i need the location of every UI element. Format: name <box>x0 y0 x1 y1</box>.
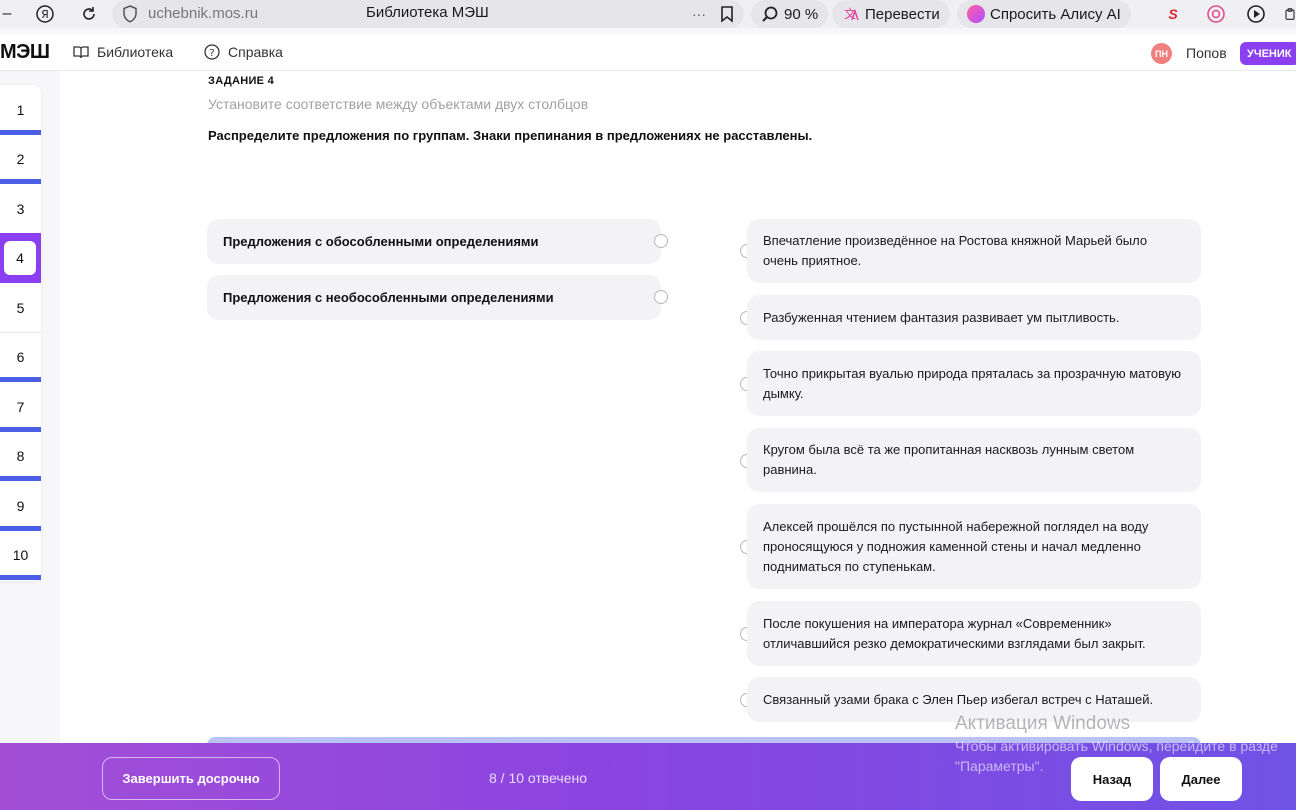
help-icon: ? <box>204 44 220 60</box>
question-navigation: 1 2 3 4 5 6 7 8 9 10 <box>0 85 41 581</box>
nav-help-label: Справка <box>228 44 283 60</box>
user-avatar[interactable]: ПН <box>1151 43 1172 64</box>
next-button[interactable]: Далее <box>1160 757 1242 801</box>
question-number: 3 <box>16 201 25 217</box>
question-number: 7 <box>16 399 25 415</box>
question-number: 8 <box>16 448 25 464</box>
mesh-logo[interactable]: МЭШ <box>0 41 50 64</box>
group-connector-non-isolated[interactable] <box>654 290 668 304</box>
extension-settings-icon[interactable] <box>1205 3 1227 25</box>
svg-text:Я: Я <box>41 8 49 21</box>
sentence-card-2[interactable]: Разбуженная чтением фантазия развивает у… <box>747 295 1201 340</box>
nav-library-label: Библиотека <box>97 44 174 60</box>
translate-icon: 文 <box>844 6 859 21</box>
group-label: Предложения с обособленными определениям… <box>223 234 539 249</box>
question-nav-1[interactable]: 1 <box>0 85 41 135</box>
media-play-icon[interactable] <box>1245 3 1267 25</box>
sentence-card-3[interactable]: Точно прикрытая вуалью природа пряталась… <box>747 351 1201 416</box>
windows-activation-line-1: Чтобы активировать Windows, перейдите в … <box>955 738 1278 754</box>
question-number: 1 <box>16 102 25 118</box>
sentence-text: Впечатление произведённое на Ростова кня… <box>763 233 1148 268</box>
task-instruction: Распределите предложения по группам. Зна… <box>208 128 813 143</box>
browser-toolbar: – Я uchebnik.mos.ru Библиотека МЭШ ··· 9… <box>0 0 1296 28</box>
question-number: 6 <box>16 349 25 365</box>
windows-activation-title: Активация Windows <box>955 713 1131 734</box>
svg-text:?: ? <box>209 48 214 59</box>
question-nav-5[interactable]: 5 <box>0 283 41 333</box>
group-card-non-isolated[interactable]: Предложения с необособленными определени… <box>207 275 661 320</box>
zoom-level: 90 % <box>784 5 819 23</box>
windows-activation-line-2: "Параметры". <box>955 758 1044 774</box>
task-label: ЗАДАНИЕ 4 <box>208 75 275 87</box>
task-subtitle: Установите соответствие между объектами … <box>208 96 589 112</box>
sentence-text: Разбуженная чтением фантазия развивает у… <box>763 309 1120 325</box>
nav-library[interactable]: Библиотека <box>73 44 173 60</box>
question-nav-3[interactable]: 3 <box>0 184 41 234</box>
question-nav-10[interactable]: 10 <box>0 530 41 580</box>
more-icon[interactable]: ··· <box>688 3 710 25</box>
nav-help[interactable]: ? Справка <box>204 44 283 60</box>
role-badge: УЧЕНИК <box>1240 42 1296 65</box>
question-number: 4 <box>4 241 36 275</box>
sentence-text: Кругом была всё та же пропитанная наскво… <box>763 442 1135 477</box>
user-name[interactable]: Попов <box>1186 45 1227 61</box>
sentence-card-4[interactable]: Кругом была всё та же пропитанная наскво… <box>747 428 1201 492</box>
question-nav-9[interactable]: 9 <box>0 481 41 531</box>
ask-alice-label: Спросить Алису AI <box>990 5 1121 23</box>
answered-indicator <box>0 575 41 580</box>
question-number: 10 <box>12 547 29 563</box>
address-url[interactable]: uchebnik.mos.ru <box>148 5 258 22</box>
sentence-text: Алексей прошёлся по пустынной набережной… <box>763 518 1149 574</box>
clipboard-icon[interactable] <box>1284 3 1296 25</box>
sentence-text: Точно прикрытая вуалью природа пряталась… <box>763 365 1181 401</box>
ask-alice-button[interactable]: Спросить Алису AI <box>957 0 1131 28</box>
translate-button[interactable]: 文 Перевести <box>832 0 950 28</box>
question-number: 2 <box>16 151 25 167</box>
book-icon <box>73 46 89 59</box>
sentence-text: После покушения на императора журнал «Со… <box>763 615 1146 651</box>
page-tab-title: Библиотека МЭШ <box>366 4 489 21</box>
minimize-icon[interactable]: – <box>0 3 14 25</box>
answered-progress: 8 / 10 отвечено <box>489 770 588 786</box>
site-security-icon[interactable] <box>120 3 140 25</box>
group-label: Предложения с необособленными определени… <box>223 290 554 305</box>
bookmark-icon[interactable] <box>717 3 737 25</box>
extension-s-icon[interactable]: S <box>1163 3 1183 25</box>
sentence-card-1[interactable]: Впечатление произведённое на Ростова кня… <box>747 219 1201 283</box>
back-button[interactable]: Назад <box>1071 757 1153 801</box>
app-header: МЭШ Библиотека ? Справка ПН Попов УЧЕНИК <box>0 34 1296 71</box>
question-nav-8[interactable]: 8 <box>0 431 41 481</box>
question-nav-2[interactable]: 2 <box>0 134 41 184</box>
yandex-icon[interactable]: Я <box>34 3 56 25</box>
question-number: 9 <box>16 498 25 514</box>
alice-icon <box>967 5 985 23</box>
reload-icon[interactable] <box>78 3 100 25</box>
group-card-isolated[interactable]: Предложения с обособленными определениям… <box>207 219 661 264</box>
question-nav-7[interactable]: 7 <box>0 382 41 432</box>
finish-early-button[interactable]: Завершить досрочно <box>102 757 280 800</box>
question-number: 5 <box>16 300 25 316</box>
sentence-text: Связанный узами брака с Элен Пьер избега… <box>763 691 1154 707</box>
zoom-icon <box>762 6 778 22</box>
question-nav-4[interactable]: 4 <box>0 233 41 283</box>
group-connector-isolated[interactable] <box>654 234 668 248</box>
zoom-button[interactable]: 90 % <box>751 0 829 28</box>
question-nav-6[interactable]: 6 <box>0 332 41 382</box>
translate-label: Перевести <box>865 5 940 23</box>
sentence-card-6[interactable]: После покушения на императора журнал «Со… <box>747 601 1201 666</box>
sentence-card-5[interactable]: Алексей прошёлся по пустынной набережной… <box>747 504 1201 589</box>
